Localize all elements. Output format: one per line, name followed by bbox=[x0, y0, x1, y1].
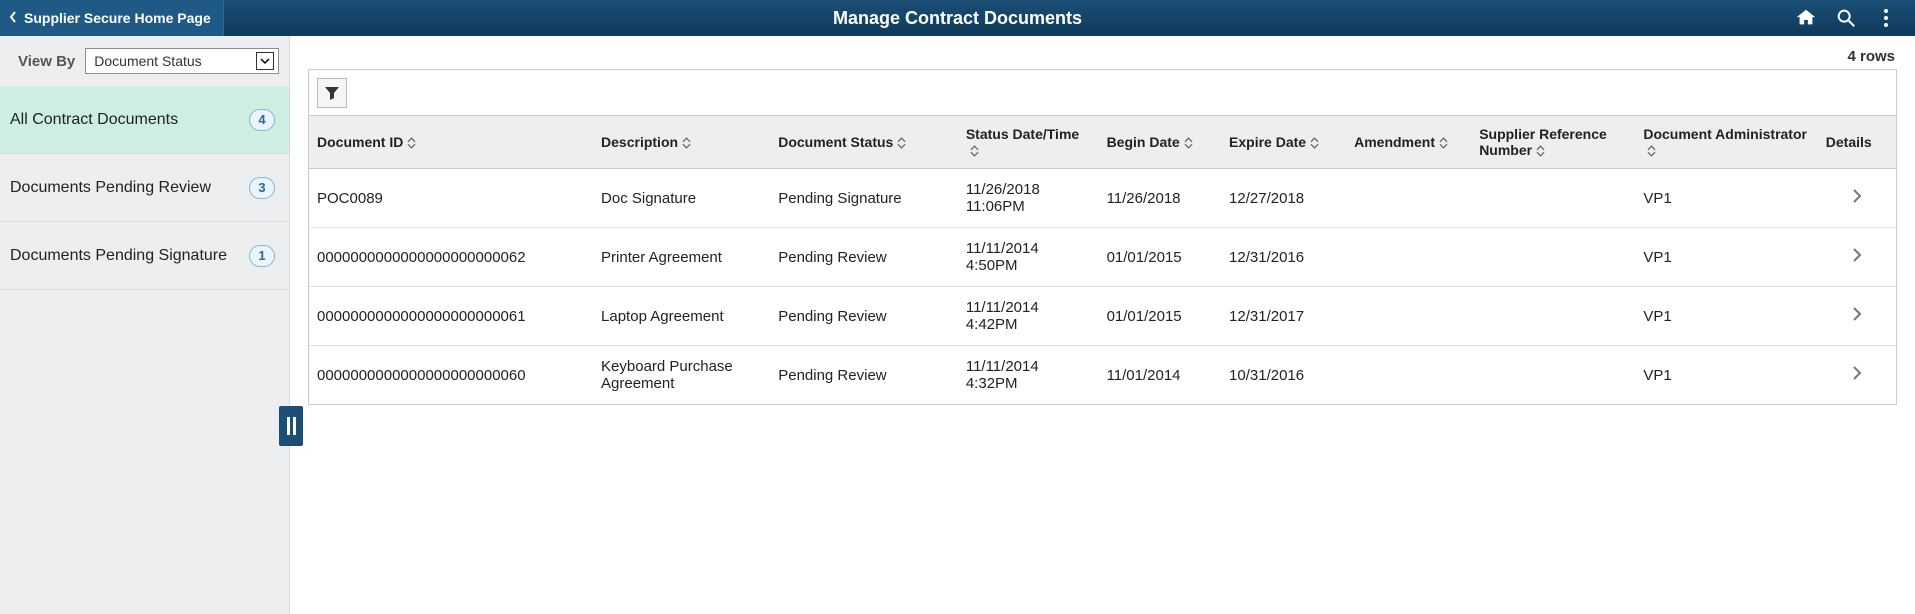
viewby-row: View By Document Status bbox=[0, 36, 289, 86]
cell-admin: VP1 bbox=[1635, 287, 1817, 346]
cell-document-id: 0000000000000000000000062 bbox=[309, 228, 593, 287]
col-admin[interactable]: Document Administrator bbox=[1635, 116, 1817, 169]
count-badge: 1 bbox=[249, 245, 275, 267]
viewby-value: Document Status bbox=[94, 53, 201, 69]
col-begin-date[interactable]: Begin Date bbox=[1099, 116, 1221, 169]
cell-amendment bbox=[1346, 228, 1471, 287]
header-actions bbox=[1795, 0, 1915, 36]
row-details-button[interactable] bbox=[1818, 228, 1896, 287]
sidebar: View By Document Status All Contract Doc… bbox=[0, 36, 290, 614]
chevron-down-icon bbox=[256, 52, 274, 70]
app-header: Supplier Secure Home Page Manage Contrac… bbox=[0, 0, 1915, 36]
col-supplier-ref[interactable]: Supplier Reference Number bbox=[1471, 116, 1635, 169]
sidebar-item[interactable]: Documents Pending Signature 1 bbox=[0, 222, 289, 290]
cell-status-datetime: 11/11/2014 4:42PM bbox=[958, 287, 1099, 346]
cell-expire-date: 12/27/2018 bbox=[1221, 169, 1346, 228]
data-grid: Document ID Description Document Status … bbox=[308, 69, 1897, 405]
table-row[interactable]: POC0089Doc SignaturePending Signature11/… bbox=[309, 169, 1896, 228]
col-document-status[interactable]: Document Status bbox=[770, 116, 958, 169]
col-description[interactable]: Description bbox=[593, 116, 770, 169]
home-icon[interactable] bbox=[1795, 7, 1817, 29]
cell-admin: VP1 bbox=[1635, 346, 1817, 405]
table-row[interactable]: 0000000000000000000000060Keyboard Purcha… bbox=[309, 346, 1896, 405]
col-document-id[interactable]: Document ID bbox=[309, 116, 593, 169]
cell-admin: VP1 bbox=[1635, 169, 1817, 228]
cell-document-id: 0000000000000000000000060 bbox=[309, 346, 593, 405]
row-details-button[interactable] bbox=[1818, 169, 1896, 228]
cell-begin-date: 11/26/2018 bbox=[1099, 169, 1221, 228]
cell-begin-date: 01/01/2015 bbox=[1099, 287, 1221, 346]
cell-description: Printer Agreement bbox=[593, 228, 770, 287]
documents-table: Document ID Description Document Status … bbox=[309, 116, 1896, 404]
back-label: Supplier Secure Home Page bbox=[24, 10, 211, 26]
viewby-label: View By bbox=[18, 53, 75, 70]
row-count-label: 4 rows bbox=[290, 36, 1915, 69]
sidebar-collapse-handle[interactable] bbox=[279, 406, 303, 446]
cell-expire-date: 10/31/2016 bbox=[1221, 346, 1346, 405]
cell-description: Keyboard Purchase Agreement bbox=[593, 346, 770, 405]
row-details-button[interactable] bbox=[1818, 287, 1896, 346]
cell-document-id: POC0089 bbox=[309, 169, 593, 228]
back-button[interactable]: Supplier Secure Home Page bbox=[0, 0, 224, 36]
cell-description: Laptop Agreement bbox=[593, 287, 770, 346]
sort-icon bbox=[970, 145, 979, 157]
cell-begin-date: 01/01/2015 bbox=[1099, 228, 1221, 287]
sidebar-item-label: Documents Pending Review bbox=[10, 179, 211, 197]
sort-icon bbox=[1439, 137, 1448, 149]
cell-amendment bbox=[1346, 287, 1471, 346]
sort-icon bbox=[682, 137, 691, 149]
cell-begin-date: 11/01/2014 bbox=[1099, 346, 1221, 405]
table-header-row: Document ID Description Document Status … bbox=[309, 116, 1896, 169]
sort-icon bbox=[1647, 145, 1656, 157]
cell-status-datetime: 11/11/2014 4:50PM bbox=[958, 228, 1099, 287]
sort-icon bbox=[1310, 137, 1319, 149]
sidebar-item[interactable]: Documents Pending Review 3 bbox=[0, 154, 289, 222]
search-icon[interactable] bbox=[1835, 7, 1857, 29]
sort-icon bbox=[1184, 137, 1193, 149]
cell-expire-date: 12/31/2016 bbox=[1221, 228, 1346, 287]
table-row[interactable]: 0000000000000000000000062Printer Agreeme… bbox=[309, 228, 1896, 287]
cell-description: Doc Signature bbox=[593, 169, 770, 228]
cell-document-status: Pending Review bbox=[770, 346, 958, 405]
sort-icon bbox=[897, 137, 906, 149]
cell-supplier-ref bbox=[1471, 346, 1635, 405]
cell-document-status: Pending Review bbox=[770, 228, 958, 287]
table-row[interactable]: 0000000000000000000000061Laptop Agreemen… bbox=[309, 287, 1896, 346]
viewby-select[interactable]: Document Status bbox=[85, 48, 279, 74]
col-amendment[interactable]: Amendment bbox=[1346, 116, 1471, 169]
cell-status-datetime: 11/26/2018 11:06PM bbox=[958, 169, 1099, 228]
sidebar-item[interactable]: All Contract Documents 4 bbox=[0, 86, 289, 154]
cell-document-id: 0000000000000000000000061 bbox=[309, 287, 593, 346]
page-title: Manage Contract Documents bbox=[0, 0, 1915, 36]
col-expire-date[interactable]: Expire Date bbox=[1221, 116, 1346, 169]
cell-supplier-ref bbox=[1471, 287, 1635, 346]
cell-supplier-ref bbox=[1471, 169, 1635, 228]
body: View By Document Status All Contract Doc… bbox=[0, 36, 1915, 614]
count-badge: 3 bbox=[249, 177, 275, 199]
cell-document-status: Pending Signature bbox=[770, 169, 958, 228]
col-details: Details bbox=[1818, 116, 1896, 169]
sidebar-item-label: All Contract Documents bbox=[10, 111, 178, 129]
chevron-left-icon bbox=[8, 10, 18, 27]
main-content: 4 rows Document ID Description Documen bbox=[290, 36, 1915, 614]
sidebar-item-label: Documents Pending Signature bbox=[10, 247, 227, 265]
col-status-datetime[interactable]: Status Date/Time bbox=[958, 116, 1099, 169]
cell-status-datetime: 11/11/2014 4:32PM bbox=[958, 346, 1099, 405]
sort-icon bbox=[407, 137, 416, 149]
cell-supplier-ref bbox=[1471, 228, 1635, 287]
grid-toolbar bbox=[309, 70, 1896, 116]
cell-amendment bbox=[1346, 346, 1471, 405]
sort-icon bbox=[1536, 145, 1545, 157]
filter-button[interactable] bbox=[317, 78, 347, 108]
cell-admin: VP1 bbox=[1635, 228, 1817, 287]
row-details-button[interactable] bbox=[1818, 346, 1896, 405]
cell-amendment bbox=[1346, 169, 1471, 228]
count-badge: 4 bbox=[249, 109, 275, 131]
cell-document-status: Pending Review bbox=[770, 287, 958, 346]
cell-expire-date: 12/31/2017 bbox=[1221, 287, 1346, 346]
overflow-menu-icon[interactable] bbox=[1875, 7, 1897, 29]
